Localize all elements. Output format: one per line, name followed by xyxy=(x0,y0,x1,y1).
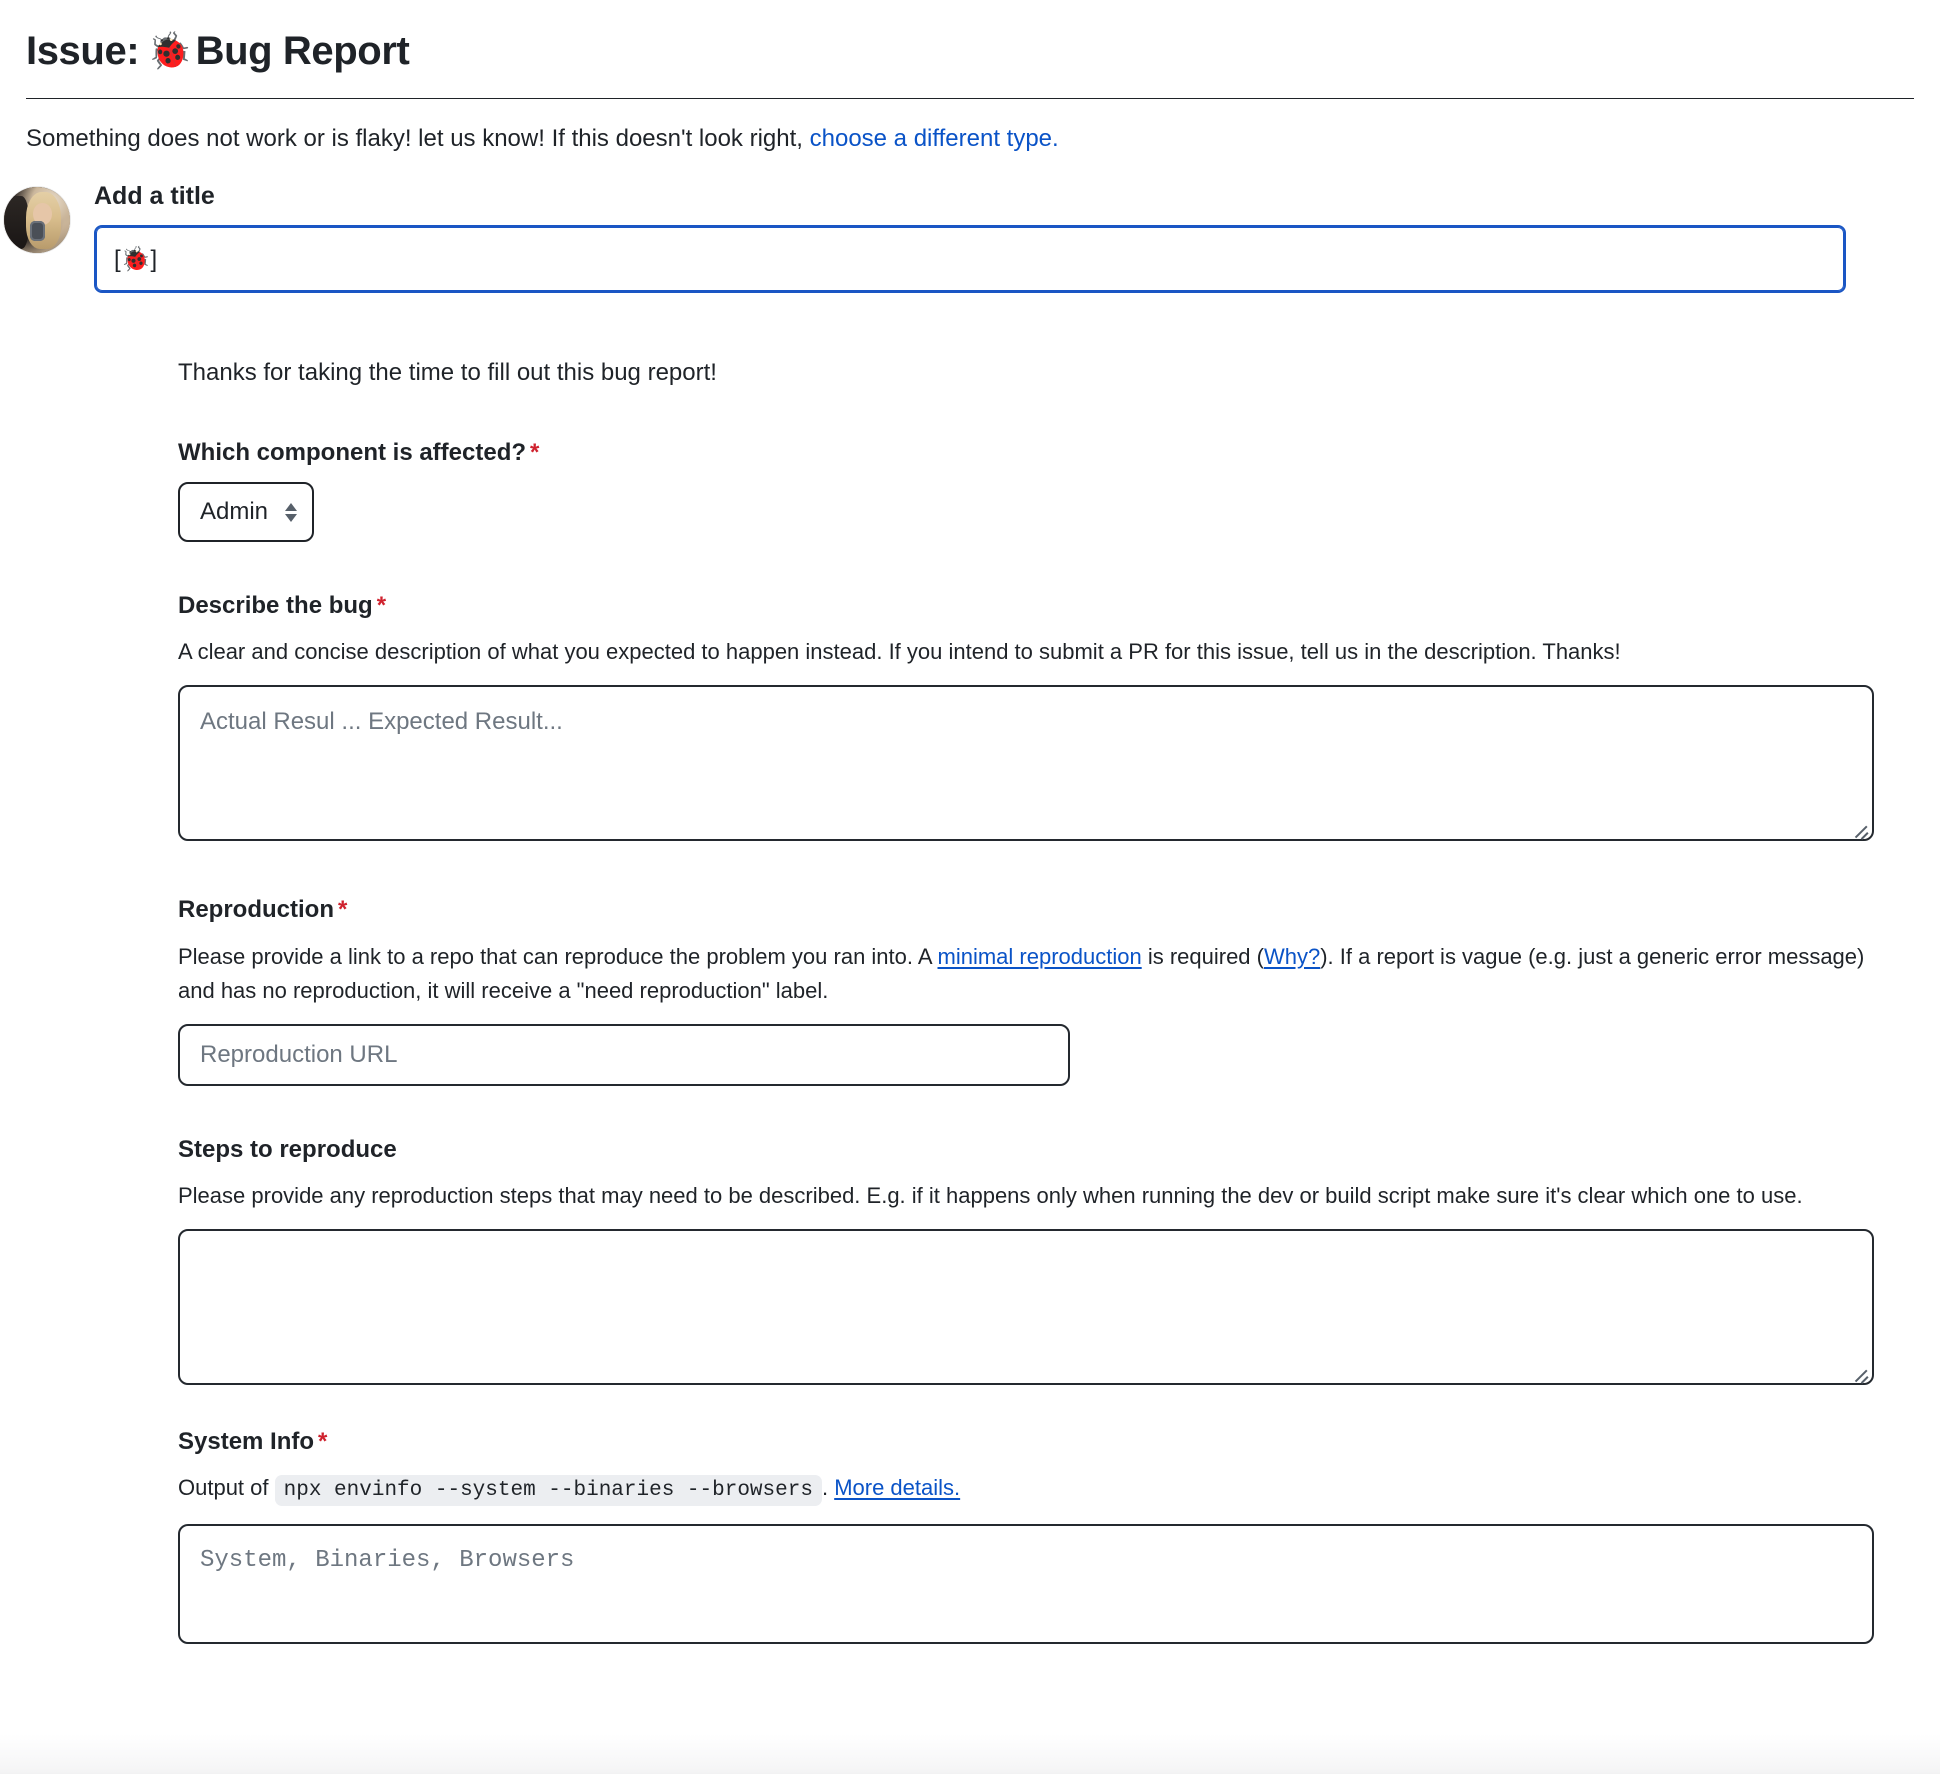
issue-title-input[interactable] xyxy=(94,225,1846,293)
component-select-value: Admin xyxy=(200,498,269,526)
reproduction-desc-part1: Please provide a link to a repo that can… xyxy=(178,943,932,969)
add-title-label: Add a title xyxy=(94,182,215,210)
avatar-image-shadow xyxy=(5,196,28,250)
component-field-label-text: Which component is affected? xyxy=(178,439,527,466)
component-select[interactable]: Admin xyxy=(178,482,315,543)
issue-form-page: Issue: 🐞 Bug Report Something does not w… xyxy=(0,0,1940,1774)
describe-bug-textarea-wrap xyxy=(178,685,1874,842)
add-title-row: Add a title xyxy=(0,181,1940,293)
steps-to-reproduce-description: Please provide any reproduction steps th… xyxy=(178,1183,1803,1209)
envinfo-command-code: npx envinfo --system --binaries --browse… xyxy=(274,1475,822,1507)
page-subtitle: Something does not work or is flaky! let… xyxy=(26,121,1914,157)
system-info-textarea-wrap xyxy=(178,1523,1874,1644)
page-bottom-fade xyxy=(0,1734,1940,1774)
choose-different-type-link[interactable]: choose a different type. xyxy=(810,125,1059,152)
describe-bug-textarea[interactable] xyxy=(178,685,1874,842)
system-info-textarea[interactable] xyxy=(178,1523,1874,1644)
form-intro-text: Thanks for taking the time to fill out t… xyxy=(178,359,717,386)
issue-form-body: Thanks for taking the time to fill out t… xyxy=(178,355,1874,1649)
avatar[interactable] xyxy=(4,187,70,253)
steps-to-reproduce-textarea[interactable] xyxy=(178,1229,1874,1386)
add-title-column: Add a title xyxy=(94,181,1940,293)
component-field-label: Which component is affected? * xyxy=(178,437,1874,468)
reproduction-label-text: Reproduction xyxy=(178,896,334,924)
reproduction-field: Reproduction * Please provide a link to a… xyxy=(178,894,1874,1086)
system-info-desc-prefix: Output of xyxy=(178,1475,269,1501)
chevron-updown-icon xyxy=(284,502,298,522)
header-divider xyxy=(26,98,1914,99)
minimal-reproduction-link[interactable]: minimal reproduction xyxy=(938,944,1142,969)
system-info-label: System Info * xyxy=(178,1426,1874,1457)
system-info-field: System Info * Output of npx envinfo --sys… xyxy=(178,1426,1874,1649)
steps-to-reproduce-field: Steps to reproduce Please provide any re… xyxy=(178,1134,1874,1390)
reproduction-required-marker: * xyxy=(338,896,348,924)
system-info-desc-period: . xyxy=(821,1475,829,1501)
describe-bug-required-marker: * xyxy=(376,592,387,620)
component-field: Which component is affected? * Admin xyxy=(178,437,1874,543)
describe-bug-description: A clear and concise description of what … xyxy=(178,639,1621,665)
page-title-prefix: Issue: xyxy=(26,29,140,73)
avatar-image-phone xyxy=(30,221,45,242)
page-header: Issue: 🐞 Bug Report Something does not w… xyxy=(0,0,1940,157)
describe-bug-field: Describe the bug * A clear and concise de… xyxy=(178,590,1874,846)
reproduction-desc-part2: is required ( xyxy=(1147,943,1264,969)
page-subtitle-text: Something does not work or is flaky! let… xyxy=(26,125,803,152)
reproduction-description: Please provide a link to a repo that can… xyxy=(178,940,1874,1008)
system-info-label-text: System Info xyxy=(178,1428,315,1456)
more-details-link[interactable]: More details. xyxy=(834,1475,960,1500)
steps-to-reproduce-label: Steps to reproduce xyxy=(178,1135,397,1163)
system-info-description: Output of npx envinfo --system --binarie… xyxy=(178,1471,1874,1508)
system-info-required-marker: * xyxy=(318,1428,328,1456)
page-title-suffix: Bug Report xyxy=(195,29,410,73)
reproduction-label: Reproduction * xyxy=(178,894,1874,925)
reproduction-url-input[interactable] xyxy=(178,1023,1070,1086)
why-link[interactable]: Why? xyxy=(1264,944,1320,969)
describe-bug-label: Describe the bug * xyxy=(178,590,1874,621)
describe-bug-label-text: Describe the bug xyxy=(178,592,373,620)
component-required-marker: * xyxy=(530,439,540,466)
page-title: Issue: 🐞 Bug Report xyxy=(26,26,1914,98)
steps-textarea-wrap xyxy=(178,1229,1874,1386)
ladybug-icon: 🐞 xyxy=(147,30,192,71)
